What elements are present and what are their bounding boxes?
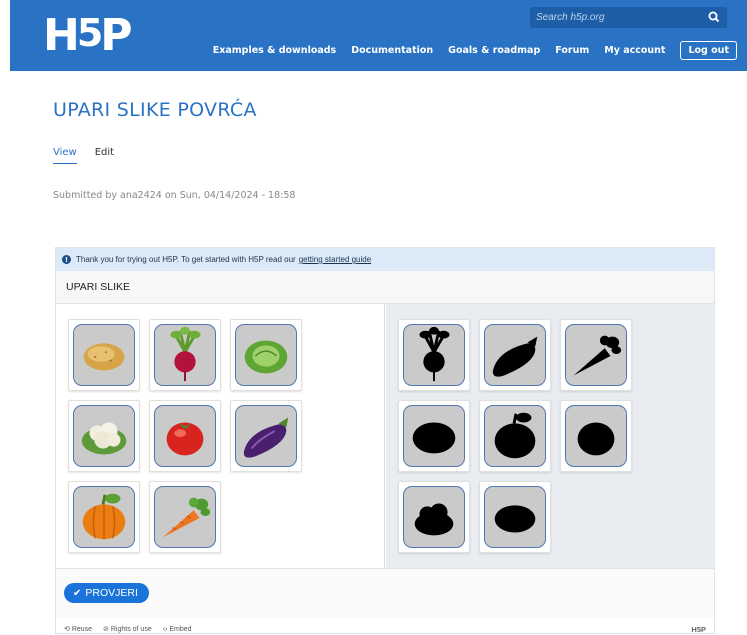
potato-silhouette-icon xyxy=(494,505,536,533)
rights-of-use-label: Rights of use xyxy=(110,626,152,633)
checkmark-icon: ✔ xyxy=(73,587,82,599)
pumpkin-silhouette-zone[interactable] xyxy=(479,400,551,472)
tomato-icon xyxy=(166,422,204,456)
pumpkin-card[interactable] xyxy=(68,481,140,553)
potato-icon xyxy=(83,343,125,371)
embed-label: Embed xyxy=(169,625,192,633)
check-button[interactable]: ✔ PROVJERI xyxy=(64,583,149,603)
h5p-footer-logo[interactable]: H5P xyxy=(691,625,706,634)
cabbage-card[interactable] xyxy=(230,319,302,391)
search-box xyxy=(530,7,727,28)
carrot-silhouette-icon xyxy=(573,335,622,376)
search-input[interactable] xyxy=(536,9,696,26)
nav-goals-roadmap[interactable]: Goals & roadmap xyxy=(448,45,540,56)
reuse-label: Reuse xyxy=(71,626,93,633)
cabbage-silhouette-icon xyxy=(412,422,456,454)
cauliflower-silhouette-icon xyxy=(414,503,454,536)
reuse-action[interactable]: ⟲ Reuse xyxy=(64,625,92,633)
info-notice: ! Thank you for trying out H5P. To get s… xyxy=(56,248,714,271)
notice-text: Thank you for trying out H5P. To get sta… xyxy=(76,255,296,264)
task-footer: ✔ PROVJERI xyxy=(56,568,714,618)
beet-silhouette-zone[interactable] xyxy=(398,319,470,391)
eggplant-silhouette-icon xyxy=(492,336,538,377)
pumpkin-silhouette-icon xyxy=(494,412,536,459)
cauliflower-icon xyxy=(81,422,127,455)
carrot-card[interactable] xyxy=(149,481,221,553)
embed-action[interactable]: ‹› Embed xyxy=(163,626,192,633)
tomato-card[interactable] xyxy=(149,400,221,472)
potato-silhouette-zone[interactable] xyxy=(479,481,551,553)
search-icon[interactable] xyxy=(707,10,721,24)
tab-edit[interactable]: Edit xyxy=(95,147,114,164)
nav-examples-downloads[interactable]: Examples & downloads xyxy=(213,45,337,56)
draggable-pool xyxy=(56,304,385,568)
task-title: UPARI SLIKE xyxy=(56,271,714,304)
beet-card[interactable] xyxy=(149,319,221,391)
nav-my-account[interactable]: My account xyxy=(604,45,665,56)
getting-started-link[interactable]: getting started guide xyxy=(299,255,372,264)
site-header: H5P Examples & downloads Documentation G… xyxy=(10,0,747,71)
pumpkin-icon xyxy=(82,493,126,540)
rights-of-use-action[interactable]: ⊘ Rights of use xyxy=(103,625,152,633)
submitted-info: Submitted by ana2424 on Sun, 04/14/2024 … xyxy=(53,190,296,201)
cabbage-icon xyxy=(244,340,288,374)
check-button-label: PROVJERI xyxy=(85,587,138,599)
drop-zones xyxy=(386,304,715,568)
info-icon: ! xyxy=(62,255,71,264)
tomato-silhouette-zone[interactable] xyxy=(560,400,632,472)
h5p-container: ! Thank you for trying out H5P. To get s… xyxy=(55,247,715,634)
tomato-silhouette-icon xyxy=(577,422,615,456)
tab-view[interactable]: View xyxy=(53,147,77,164)
carrot-silhouette-zone[interactable] xyxy=(560,319,632,391)
cauliflower-card[interactable] xyxy=(68,400,140,472)
eggplant-icon xyxy=(243,417,289,458)
nav-forum[interactable]: Forum xyxy=(555,45,589,56)
page-title: UPARI SLIKE POVRĆA xyxy=(53,99,257,121)
nav-documentation[interactable]: Documentation xyxy=(351,45,433,56)
potato-card[interactable] xyxy=(68,319,140,391)
h5p-actions: ⟲ Reuse ⊘ Rights of use ‹› Embed H5P xyxy=(56,623,714,635)
eggplant-silhouette-zone[interactable] xyxy=(479,319,551,391)
eggplant-card[interactable] xyxy=(230,400,302,472)
cauliflower-silhouette-zone[interactable] xyxy=(398,481,470,553)
beet-silhouette-icon xyxy=(419,326,450,382)
cabbage-silhouette-zone[interactable] xyxy=(398,400,470,472)
content-tabs: View Edit xyxy=(53,147,132,164)
beet-icon xyxy=(170,326,201,382)
main-nav: Examples & downloads Documentation Goals… xyxy=(198,39,737,61)
carrot-icon xyxy=(162,497,211,538)
h5p-logo[interactable]: H5P xyxy=(43,11,133,61)
logout-button[interactable]: Log out xyxy=(680,40,737,60)
